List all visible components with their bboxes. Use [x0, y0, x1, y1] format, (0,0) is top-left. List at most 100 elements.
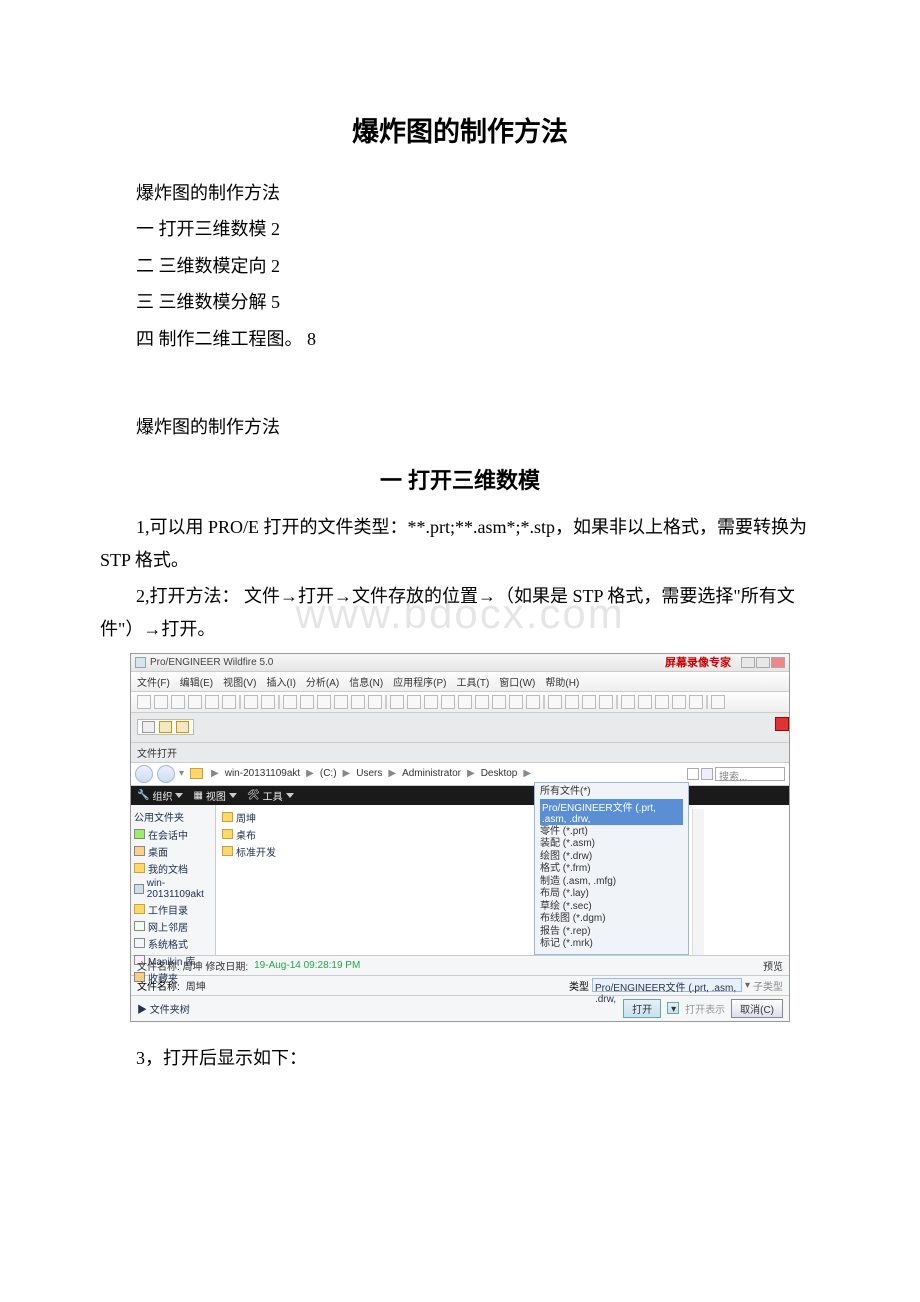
menu-help[interactable]: 帮助(H) [545, 674, 579, 689]
body-para-1: 1,可以用 PRO/E 打开的文件类型：**.prt;**.asm*;*.stp… [100, 511, 820, 576]
filetype-option[interactable]: 所有文件(*) [540, 786, 683, 799]
menu-insert[interactable]: 插入(I) [266, 674, 295, 689]
toolbar-icon[interactable] [368, 695, 382, 709]
toolbar-icon[interactable] [565, 695, 579, 709]
menu-info[interactable]: 信息(N) [349, 674, 383, 689]
filetype-option[interactable]: 草绘 (*.sec) [540, 901, 683, 914]
minimize-button[interactable] [741, 657, 755, 668]
toolbar-icon[interactable] [300, 695, 314, 709]
toolbar-icon[interactable] [317, 695, 331, 709]
toolbar-icon[interactable] [244, 695, 258, 709]
toolbar-icon[interactable] [283, 695, 297, 709]
nav-back-icon[interactable] [135, 765, 153, 783]
filetype-option[interactable]: 零件 (*.prt) [540, 826, 683, 839]
toolbar-icon[interactable] [526, 695, 540, 709]
toolbar-icon[interactable] [334, 695, 348, 709]
tab-icon[interactable] [176, 721, 189, 733]
toolbar-separator [543, 695, 545, 709]
folder-tree-toggle[interactable]: ▶ 文件夹树 [137, 1001, 190, 1016]
history-dropdown-icon[interactable] [687, 768, 699, 780]
toolbar-help-icon[interactable] [711, 695, 725, 709]
filetype-option[interactable]: 制造 (.asm, .mfg) [540, 876, 683, 889]
breadcrumb[interactable]: win-20131109akt [225, 768, 300, 779]
toolbar-icon[interactable] [582, 695, 596, 709]
toolbar-icon[interactable] [407, 695, 421, 709]
toolbar-icon[interactable] [458, 695, 472, 709]
side-close-icon[interactable] [775, 717, 789, 731]
sidebar-header: 公用文件夹 [134, 809, 212, 824]
close-button[interactable] [771, 657, 785, 668]
toolbar-icon[interactable] [638, 695, 652, 709]
open-rep-button[interactable]: 打开表示 [685, 1001, 725, 1016]
sidebar-item[interactable]: 桌面 [134, 843, 212, 860]
toolbar-icon[interactable] [655, 695, 669, 709]
toolbar-icon[interactable] [222, 695, 236, 709]
breadcrumb[interactable]: Administrator [402, 768, 461, 779]
preview-label[interactable]: 预览 [763, 958, 783, 973]
toc-item-3: 三 三维数模分解 5 [100, 286, 820, 318]
toolbar-icon[interactable] [509, 695, 523, 709]
menu-apps[interactable]: 应用程序(P) [393, 674, 446, 689]
toolbar-icon[interactable] [441, 695, 455, 709]
cancel-button[interactable]: 取消(C) [731, 999, 783, 1018]
sidebar-item[interactable]: win-20131109akt [134, 877, 212, 901]
toolbar-icon[interactable] [261, 695, 275, 709]
filename-input[interactable]: 周坤 [186, 978, 536, 993]
menu-view[interactable]: 视图(V) [223, 674, 256, 689]
tools-menu[interactable]: 🛠 工具 [247, 788, 294, 803]
filetype-option[interactable]: 装配 (*.asm) [540, 838, 683, 851]
refresh-icon[interactable] [701, 768, 713, 780]
type-combo[interactable]: Pro/ENGINEER文件 (.prt, .asm, .drw, [592, 978, 742, 992]
maximize-button[interactable] [756, 657, 770, 668]
menu-tools[interactable]: 工具(T) [457, 674, 490, 689]
filetype-option[interactable]: 绘图 (*.drw) [540, 851, 683, 864]
toolbar-icon[interactable] [475, 695, 489, 709]
views-menu[interactable]: ▦ 视图 [193, 788, 236, 803]
type-label: 类型 [569, 978, 589, 993]
menu-edit[interactable]: 编辑(E) [180, 674, 213, 689]
toolbar-icon[interactable] [689, 695, 703, 709]
filetype-option[interactable]: 布线图 (*.dgm) [540, 913, 683, 926]
filetype-option[interactable]: 报告 (*.rep) [540, 926, 683, 939]
toolbar-icon[interactable] [137, 695, 151, 709]
breadcrumb[interactable]: Desktop [481, 768, 518, 779]
toolbar-icon[interactable] [188, 695, 202, 709]
toolbar-icon[interactable] [154, 695, 168, 709]
nav-forward-icon[interactable] [157, 765, 175, 783]
menu-window[interactable]: 窗口(W) [499, 674, 535, 689]
menu-file[interactable]: 文件(F) [137, 674, 170, 689]
organize-menu[interactable]: 🔧 组织 [137, 788, 183, 803]
toolbar-icon[interactable] [492, 695, 506, 709]
scrollbar[interactable] [692, 809, 704, 955]
open-dropdown-icon[interactable]: ▾ [667, 1002, 679, 1014]
search-input[interactable]: 搜索... [715, 767, 785, 781]
filetype-option[interactable]: 标记 (*.mrk) [540, 938, 683, 951]
toolbar-icon[interactable] [351, 695, 365, 709]
filetype-dropdown[interactable]: 所有文件(*) Pro/ENGINEER文件 (.prt, .asm, .drw… [534, 782, 689, 955]
filetype-option-selected[interactable]: Pro/ENGINEER文件 (.prt, .asm, .drw, [540, 799, 683, 825]
breadcrumb[interactable]: Users [356, 768, 382, 779]
tab-icon[interactable] [142, 721, 155, 733]
toolbar-icon[interactable] [171, 695, 185, 709]
sidebar-item[interactable]: 系统格式 [134, 935, 212, 952]
tab-icon[interactable] [159, 721, 172, 733]
sidebar-item[interactable]: 工作目录 [134, 901, 212, 918]
toolbar-separator [385, 695, 387, 709]
toolbar-icon[interactable] [205, 695, 219, 709]
sidebar-item[interactable]: 在会话中 [134, 826, 212, 843]
sidebar-item[interactable]: 我的文档 [134, 860, 212, 877]
toolbar-icon[interactable] [621, 695, 635, 709]
toolbar-icon[interactable] [599, 695, 613, 709]
toolbar-icon[interactable] [424, 695, 438, 709]
filetype-option[interactable]: 布局 (*.lay) [540, 888, 683, 901]
menu-analysis[interactable]: 分析(A) [306, 674, 339, 689]
toolbar-icon[interactable] [672, 695, 686, 709]
file-list[interactable]: 周坤 桌布 标准开发 所有文件(*) Pro/ENGINEER文件 (.prt,… [216, 805, 789, 955]
filetype-option[interactable]: 格式 (*.frm) [540, 863, 683, 876]
toolbar-icon[interactable] [390, 695, 404, 709]
open-button[interactable]: 打开 [623, 999, 661, 1018]
sidebar-item[interactable]: 网上邻居 [134, 918, 212, 935]
secondary-toolstrip [131, 713, 789, 743]
toolbar-icon[interactable] [548, 695, 562, 709]
breadcrumb[interactable]: (C:) [320, 768, 337, 779]
